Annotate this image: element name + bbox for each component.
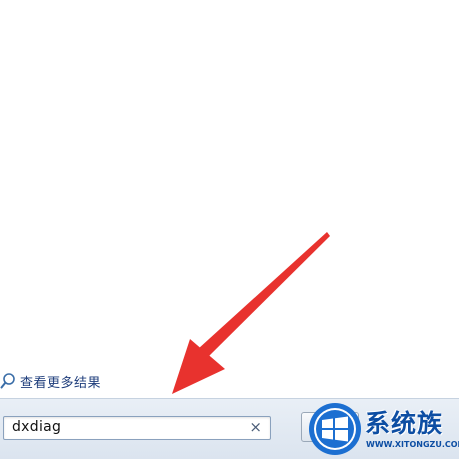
search-input[interactable]: dxdiag × (3, 416, 271, 440)
watermark-url: WWW.XITONGZU.COM (366, 440, 459, 449)
watermark-brand: 系统族 (365, 409, 444, 438)
search-icon (0, 373, 15, 389)
watermark-logo: 系统族 WWW.XITONGZU.COM (308, 398, 459, 458)
windows-logo-icon (309, 403, 361, 455)
see-more-results-link[interactable]: 查看更多结果 (0, 370, 101, 392)
search-input-value: dxdiag (12, 419, 62, 435)
clear-icon[interactable]: × (249, 418, 262, 436)
search-results-pane (0, 0, 459, 398)
see-more-results-label: 查看更多结果 (20, 375, 102, 391)
